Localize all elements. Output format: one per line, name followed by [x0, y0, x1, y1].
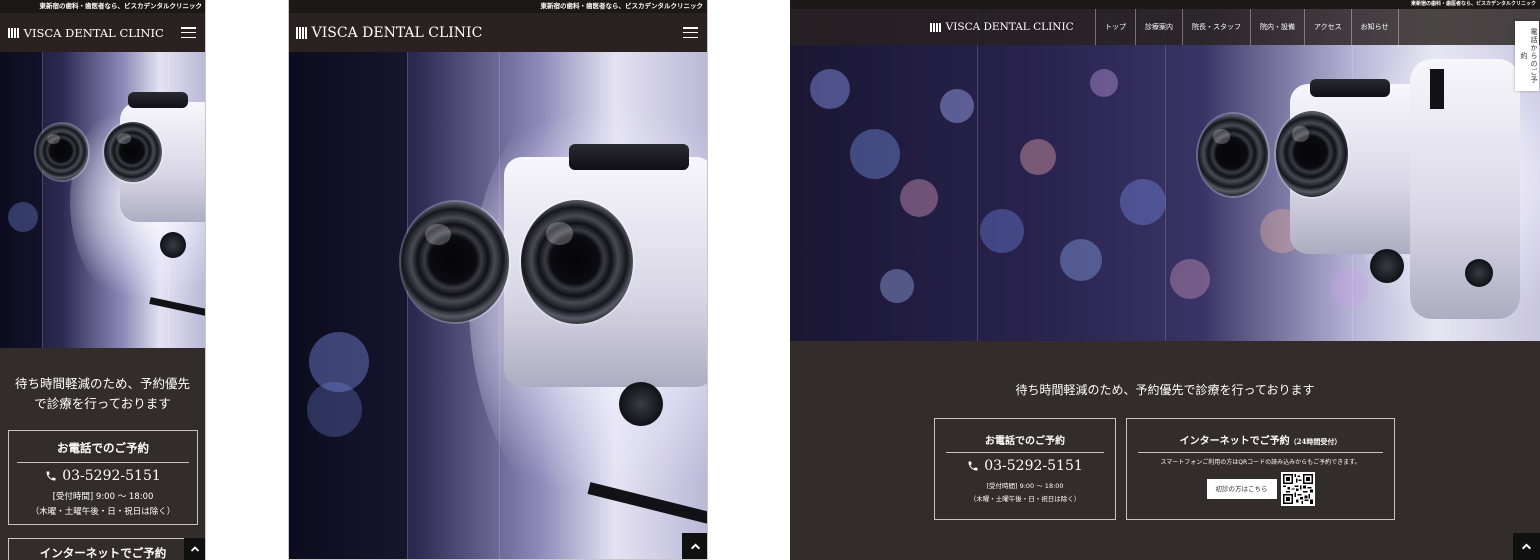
chevron-up-icon	[690, 542, 700, 549]
phone-card-title: お電話でのご予約	[985, 436, 1065, 447]
logo-text: VISCA DENTAL CLINIC	[311, 24, 483, 41]
top-tagline-bar: 東新宿の歯科・歯医者なら、ビスカデンタルクリニック	[0, 0, 205, 13]
phone-hours: [受付時間] 9:00 〜 18:00	[52, 492, 154, 502]
hamburger-icon[interactable]	[683, 27, 698, 38]
logo-text: VISCA DENTAL CLINIC	[945, 21, 1074, 33]
tablet-viewport: 東新宿の歯科・歯医者なら、ビスカデンタルクリニック VISCA DENTAL C…	[288, 0, 708, 560]
nav-item-news[interactable]: お知らせ	[1350, 9, 1399, 45]
site-header: VISCA DENTAL CLINIC	[289, 13, 707, 52]
desktop-viewport: 東新宿の歯科・歯医者なら、ビスカデンタルクリニック VISCA DENTAL C…	[790, 0, 1540, 560]
phone-reservation-card: お電話でのご予約 03-5292-5151 [受付時間] 9:00 〜 18:0…	[934, 418, 1116, 520]
phone-number-link[interactable]: 03-5292-5151	[935, 458, 1115, 474]
internet-card-title-suffix: （24時間受付）	[1289, 437, 1342, 446]
nav-item-facilities[interactable]: 院内・設備	[1250, 9, 1304, 45]
global-nav: トップ 診療案内 院長・スタッフ 院内・設備 アクセス お知らせ	[1095, 9, 1399, 45]
hamburger-icon[interactable]	[181, 27, 196, 38]
microscope-photo	[0, 52, 205, 348]
phone-hours: [受付時間] 9:00 〜 18:00	[986, 482, 1064, 490]
tagline: 東新宿の歯科・歯医者なら、ビスカデンタルクリニック	[540, 2, 704, 10]
mobile-viewport: 東新宿の歯科・歯医者なら、ビスカデンタルクリニック VISCA DENTAL C…	[0, 0, 206, 560]
top-tagline-bar: 東新宿の歯科・歯医者なら、ビスカデンタルクリニック	[790, 0, 1540, 9]
qr-code-icon[interactable]	[1280, 472, 1315, 506]
reservation-section: 待ち時間軽減のため、予約優先で診療を行っております お電話でのご予約 03-52…	[0, 348, 205, 560]
phone-reservation-card: お電話でのご予約 03-5292-5151 [受付時間] 9:00 〜 18:0…	[8, 430, 198, 525]
phone-card-title: お電話でのご予約	[57, 441, 149, 455]
hero-image	[0, 52, 205, 348]
site-logo[interactable]: VISCA DENTAL CLINIC	[930, 21, 1074, 33]
nav-item-access[interactable]: アクセス	[1304, 9, 1351, 45]
page-top-button[interactable]	[682, 533, 707, 559]
priority-note: 待ち時間軽減のため、予約優先で診療を行っております	[14, 376, 190, 411]
microscope-photo	[289, 52, 707, 559]
internet-description: スマートフォンご利用の方はQRコードの読み込みからもご予約できます。	[1160, 459, 1361, 466]
reservation-section: 待ち時間軽減のため、予約優先で診療を行っております お電話でのご予約 03-52…	[790, 341, 1540, 560]
hero-image	[289, 52, 707, 559]
logo-mark-icon	[8, 27, 19, 38]
internet-card-title: インターネットでご予約	[39, 546, 167, 560]
first-visit-button[interactable]: 初診の方はこちら	[1206, 479, 1277, 499]
priority-note: 待ち時間軽減のため、予約優先で診療を行っております	[1015, 383, 1315, 397]
phone-closed-days: （木曜・土曜午後・日・祝日は除く）	[30, 507, 176, 517]
nav-item-services[interactable]: 診療案内	[1135, 9, 1182, 45]
tagline: 東新宿の歯科・歯医者なら、ビスカデンタルクリニック	[39, 2, 203, 10]
top-tagline-bar: 東新宿の歯科・歯医者なら、ビスカデンタルクリニック	[289, 0, 707, 13]
internet-card-title: インターネットでご予約	[1179, 436, 1290, 447]
phone-number: 03-5292-5151	[984, 458, 1083, 474]
side-phone-reserve-button[interactable]: 電話からのご予約	[1515, 21, 1539, 91]
site-logo[interactable]: VISCA DENTAL CLINIC	[8, 26, 164, 40]
phone-closed-days: （木曜・土曜午後・日・祝日は除く）	[969, 495, 1081, 503]
hero-image	[790, 9, 1540, 341]
site-header: VISCA DENTAL CLINIC トップ 診療案内 院長・スタッフ 院内・…	[790, 9, 1540, 45]
site-header: VISCA DENTAL CLINIC	[0, 13, 205, 52]
phone-number-link[interactable]: 03-5292-5151	[9, 468, 197, 484]
phone-icon	[46, 471, 56, 481]
logo-text: VISCA DENTAL CLINIC	[23, 25, 164, 40]
phone-icon	[968, 461, 978, 471]
internet-actions: 初診の方はこちら	[1127, 472, 1394, 506]
logo-mark-icon	[296, 26, 307, 39]
phone-number: 03-5292-5151	[62, 468, 161, 484]
page-top-button[interactable]	[184, 538, 205, 560]
logo-mark-icon	[930, 22, 941, 32]
internet-reservation-card: インターネットでご予約（24時間受付） スマートフォンご利用の方はQRコードの読…	[1126, 418, 1395, 520]
internet-reservation-card: インターネットでご予約	[8, 538, 198, 560]
internet-card-title-row: インターネットでご予約（24時間受付）	[1127, 432, 1394, 447]
chevron-up-icon	[1521, 543, 1532, 550]
chevron-up-icon	[190, 546, 200, 552]
nav-item-top[interactable]: トップ	[1095, 9, 1135, 45]
site-logo[interactable]: VISCA DENTAL CLINIC	[296, 25, 482, 41]
microscope-photo	[790, 9, 1540, 341]
tagline: 東新宿の歯科・歯医者なら、ビスカデンタルクリニック	[1410, 1, 1536, 7]
page-top-button[interactable]	[1513, 533, 1540, 560]
nav-item-staff[interactable]: 院長・スタッフ	[1182, 9, 1250, 45]
